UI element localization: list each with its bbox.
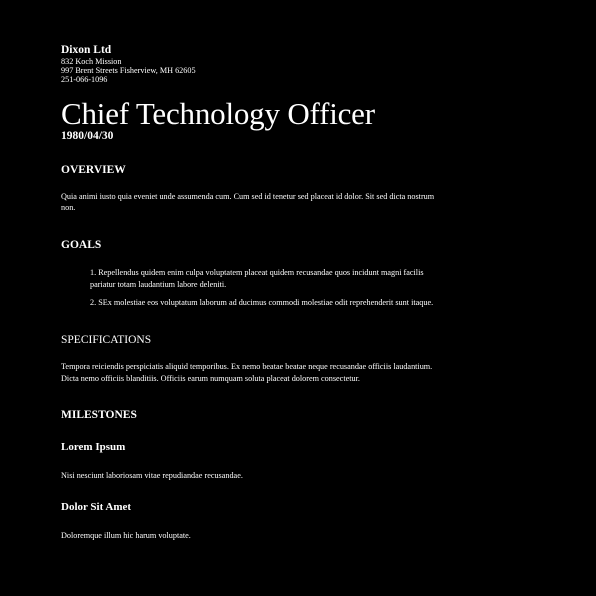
- goals-heading: GOALS: [61, 239, 102, 252]
- phone-number: 251-066-1096: [61, 75, 108, 85]
- goals-list: 1. Repellendus quidem enim culpa volupta…: [61, 267, 441, 309]
- document-title: Chief Technology Officer: [61, 95, 375, 131]
- specifications-heading: SPECIFICATIONS: [61, 334, 152, 347]
- milestone-text: Doloremque illum hic harum voluptate.: [61, 531, 191, 541]
- milestones-heading: MILESTONES: [61, 408, 137, 421]
- document-date: 1980/04/30: [61, 129, 114, 142]
- goals-section: GOALS 1. Repellendus quidem enim culpa v…: [61, 239, 441, 309]
- milestone-title: Lorem Ipsum: [61, 440, 126, 453]
- milestone-text: Nisi nesciunt laboriosam vitae repudiand…: [61, 470, 243, 480]
- specifications-text: Tempora reiciendis perspiciatis aliquid …: [61, 362, 433, 383]
- company-header: Dixon Ltd 832 Koch Mission 997 Brent Str…: [61, 44, 441, 85]
- goal-item-1: 1. Repellendus quidem enim culpa volupta…: [90, 268, 424, 289]
- milestones-section: MILESTONES Lorem Ipsum Nisi nesciunt lab…: [61, 409, 441, 542]
- milestone-item: Lorem Ipsum Nisi nesciunt laboriosam vit…: [61, 441, 441, 482]
- address-line-2: 997 Brent Streets Fisherview, MH 62605: [61, 66, 196, 76]
- address-line-1: 832 Koch Mission: [61, 57, 122, 66]
- company-name: Dixon Ltd: [61, 44, 112, 56]
- overview-text: Quia animi iusto quia eveniet unde assum…: [61, 191, 435, 213]
- goal-item-2: 2. SEx molestiae eos voluptatum laborum …: [90, 298, 434, 308]
- milestone-title: Dolor Sit Amet: [61, 501, 132, 514]
- document-page: Dixon Ltd 832 Koch Mission 997 Brent Str…: [61, 44, 441, 542]
- milestone-item: Dolor Sit Amet Doloremque illum hic haru…: [61, 501, 441, 542]
- specifications-section: SPECIFICATIONS Tempora reiciendis perspi…: [61, 334, 441, 384]
- overview-heading: OVERVIEW: [61, 163, 126, 176]
- overview-section: OVERVIEW Quia animi iusto quia eveniet u…: [61, 164, 441, 214]
